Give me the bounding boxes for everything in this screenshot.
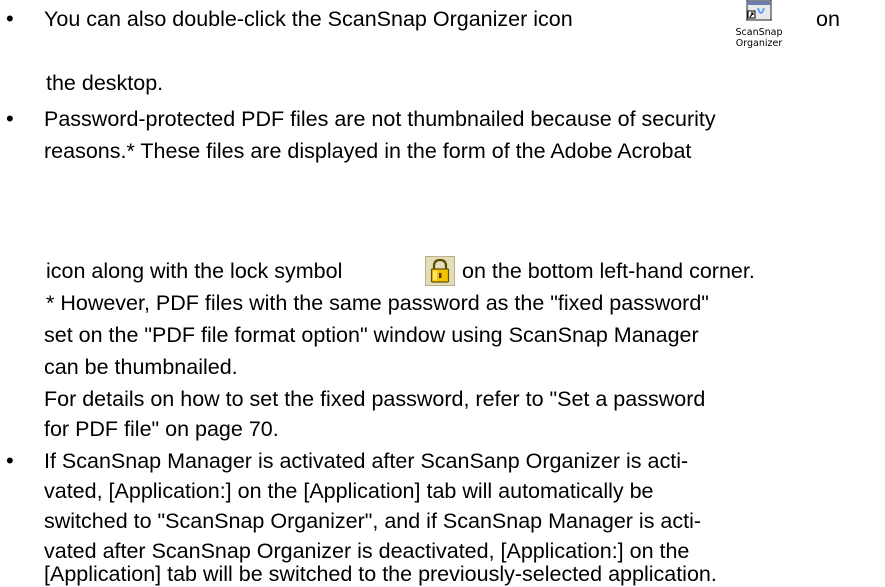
bullet-2-line-5: set on the "PDF file format option" wind… [44,323,699,347]
bullet-2-line-7: For details on how to set the fixed pass… [44,387,706,411]
bullet-3-line-3: switched to "ScanSnap Organizer", and if… [44,509,702,533]
bullet-2-line-4: * However, PDF files with the same passw… [46,291,709,315]
bullet-3-line-2: vated, [Application:] on the [Applicatio… [44,479,654,503]
icon-caption-line-2: Organizer [735,38,783,49]
bullet-1: • [6,6,14,31]
lock-icon [425,256,455,286]
bullet-2: • [6,106,14,131]
bullet-2-line-1: Password-protected PDF files are not thu… [44,107,716,131]
bullet-1-line-2: the desktop. [46,71,164,95]
bullet-2-line-3-tail: on the bottom left-hand corner. [462,259,755,283]
document-page: • You can also double-click the ScanSnap… [0,0,885,586]
bullet-1-line-1: You can also double-click the ScanSnap O… [44,7,573,31]
scansnap-organizer-icon: ScanSnap Organizer [730,0,788,60]
bullet-3: • [6,448,14,473]
bullet-3-line-5: [Application] tab will be switched to th… [44,562,717,586]
icon-caption-line-1: ScanSnap [735,27,783,38]
bullet-1-line-1-tail: on [816,7,840,31]
bullet-2-line-8: for PDF file" on page 70. [44,417,279,441]
bullet-3-line-1: If ScanSnap Manager is activated after S… [44,449,689,473]
bullet-2-line-2: reasons.* These files are displayed in t… [44,139,692,163]
bullet-2-line-6: can be thumbnailed. [44,355,238,379]
bullet-2-line-3: icon along with the lock symbol [46,259,343,283]
